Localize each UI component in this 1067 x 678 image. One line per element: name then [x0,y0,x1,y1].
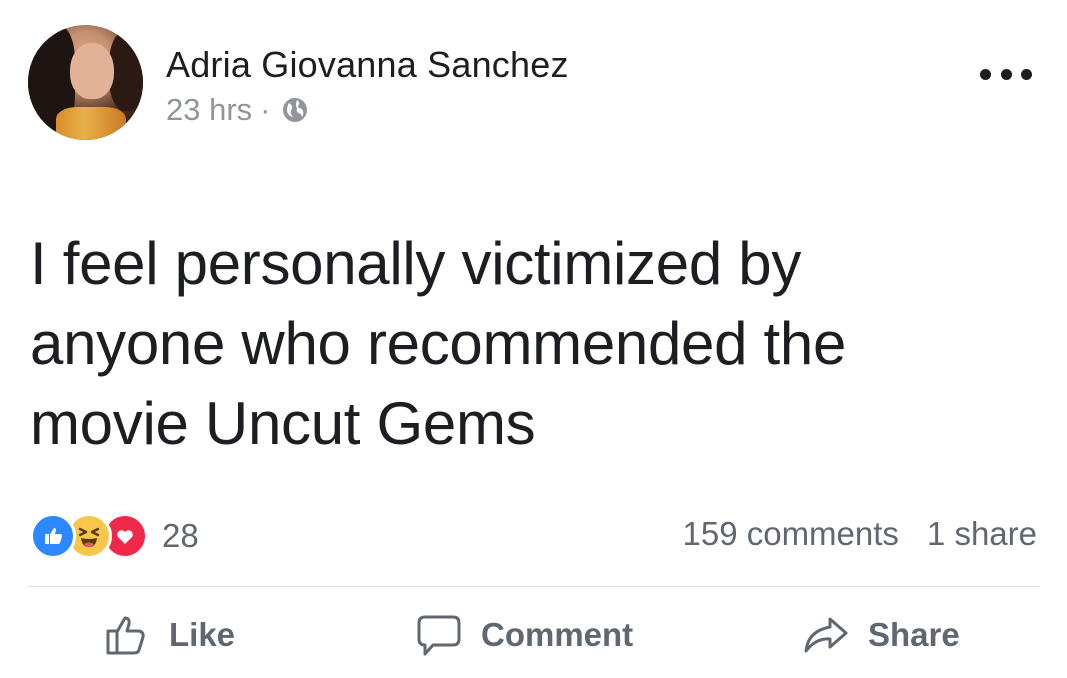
avatar[interactable] [28,25,143,140]
more-options-icon[interactable] [980,60,1032,88]
author-name[interactable]: Adria Giovanna Sanchez [166,44,569,86]
post-text-line: movie Uncut Gems [30,390,536,457]
shares-count-link[interactable]: 1 share [927,515,1037,553]
comments-count-link[interactable]: 159 comments [682,515,898,553]
post-text-line: I feel personally victimized by [30,230,802,297]
comment-button[interactable]: Comment [415,610,633,660]
post-meta: 23 hrs · [166,92,309,128]
like-reaction-icon [30,513,76,559]
facebook-post: Adria Giovanna Sanchez 23 hrs · I feel p… [0,0,1067,678]
reaction-summary[interactable]: 28 [30,513,199,559]
share-button[interactable]: Share [802,610,960,660]
globe-icon [281,96,309,124]
action-bar: Like Comment Share [0,600,1067,670]
like-button-label: Like [169,616,236,653]
reaction-count: 28 [162,517,199,554]
comment-icon [417,615,461,656]
divider [28,586,1040,587]
meta-separator: · [260,92,271,127]
share-arrow-icon [804,617,848,653]
post-timestamp[interactable]: 23 hrs [166,92,252,128]
engagement-stats: 159 comments 1 share [682,515,1037,553]
share-button-label: Share [868,616,960,653]
like-button[interactable]: Like [103,610,235,660]
thumbs-up-icon [106,616,145,655]
post-text: I feel personally victimized by anyone w… [30,224,1030,464]
post-text-line: anyone who recommended the [30,310,847,377]
comment-button-label: Comment [481,616,634,653]
